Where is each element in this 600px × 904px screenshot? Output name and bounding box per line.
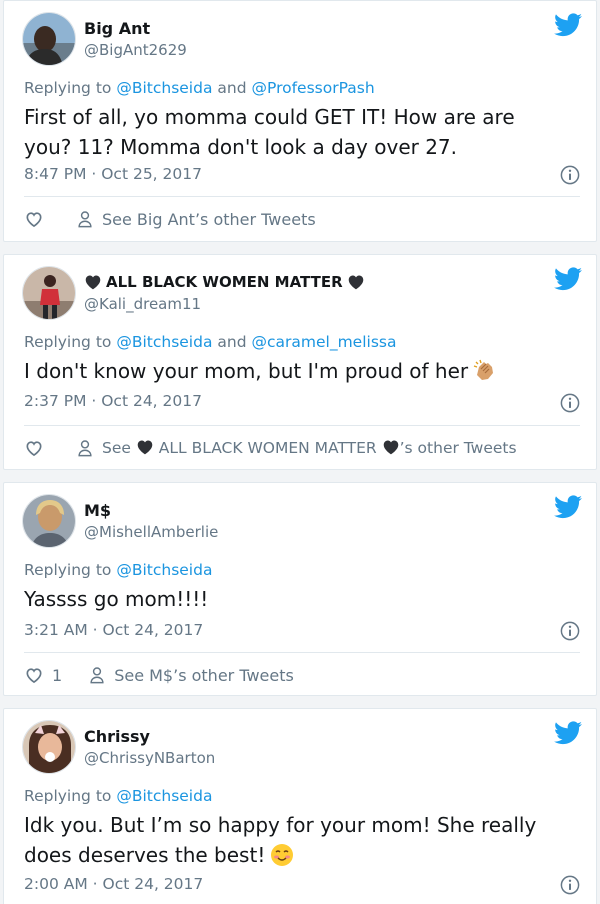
tweet-text: Yassss go mom!!!! — [24, 584, 576, 614]
black-heart-icon — [382, 439, 400, 455]
replying-prefix: Replying to — [24, 79, 112, 97]
mention-link[interactable]: @ProfessorPash — [252, 79, 375, 97]
display-name[interactable]: Chrissy — [84, 727, 150, 746]
display-name[interactable]: M$ — [84, 501, 111, 520]
avatar[interactable] — [22, 12, 76, 66]
avatar-image — [23, 495, 75, 547]
see-other-tweets-link[interactable]: See Big Ant’s other Tweets — [102, 210, 316, 229]
user-handle[interactable]: @BigAnt2629 — [84, 41, 187, 59]
user-handle[interactable]: @ChrissyNBarton — [84, 749, 215, 767]
smiling-face-emoji — [271, 844, 294, 866]
tweet-text-line: Yassss go mom!!!! — [24, 587, 209, 611]
replying-to: Replying to @Bitchseida — [24, 561, 212, 579]
tweet-text: I don't know your mom, but I'm proud of … — [24, 356, 576, 386]
tweet-card[interactable]: Big Ant @BigAnt2629 Replying to @Bitchse… — [3, 0, 597, 242]
twitter-bird-icon[interactable] — [554, 13, 582, 37]
heart-icon[interactable] — [24, 665, 44, 685]
timestamp[interactable]: 2:37 PM · Oct 24, 2017 — [24, 392, 202, 410]
like-count: 1 — [52, 665, 63, 685]
see-prefix: See — [102, 439, 131, 457]
twitter-bird-icon[interactable] — [554, 495, 582, 519]
divider — [24, 196, 580, 197]
info-icon[interactable] — [560, 393, 580, 413]
mention-link[interactable]: @Bitchseida — [116, 333, 212, 351]
info-icon[interactable] — [560, 165, 580, 185]
mention-link[interactable]: @Bitchseida — [116, 561, 212, 579]
replying-prefix: Replying to — [24, 787, 112, 805]
replying-prefix: Replying to — [24, 561, 112, 579]
tweet-text-line: you? 11? Momma don't look a day over 27. — [24, 135, 458, 159]
avatar-image — [23, 13, 75, 65]
tweet-actions: See Big Ant’s other Tweets — [24, 209, 316, 229]
see-other-tweets-link[interactable]: See ALL BLACK WOMEN MATTER ’s other Twee… — [102, 439, 517, 457]
replying-and: and — [217, 333, 247, 351]
divider — [24, 652, 580, 653]
timestamp[interactable]: 2:00 AM · Oct 24, 2017 — [24, 875, 203, 893]
tweet-text-line: I don't know your mom, but I'm proud of … — [24, 359, 469, 383]
tweet-text: First of all, yo momma could GET IT! How… — [24, 102, 576, 162]
black-heart-icon — [84, 274, 102, 290]
mention-link[interactable]: @caramel_melissa — [252, 333, 397, 351]
avatar-image — [23, 721, 75, 773]
mention-link[interactable]: @Bitchseida — [116, 787, 212, 805]
tweet-card[interactable]: Chrissy @ChrissyNBarton Replying to @Bit… — [3, 708, 597, 904]
tweet-text-line: does deserves the best! — [24, 840, 576, 870]
tweet-text: Idk you. But I’m so happy for your mom! … — [24, 810, 576, 870]
person-icon — [76, 439, 94, 457]
display-name[interactable]: ALL BLACK WOMEN MATTER — [84, 273, 365, 291]
divider — [24, 425, 580, 426]
avatar-image — [23, 267, 75, 319]
tweet-text-line-content: does deserves the best! — [24, 843, 266, 867]
person-icon — [88, 666, 106, 684]
avatar[interactable] — [22, 720, 76, 774]
info-icon[interactable] — [560, 875, 580, 895]
black-heart-icon — [347, 274, 365, 290]
person-icon — [76, 210, 94, 228]
timestamp[interactable]: 8:47 PM · Oct 25, 2017 — [24, 165, 202, 183]
avatar[interactable] — [22, 266, 76, 320]
heart-icon[interactable] — [24, 438, 44, 458]
see-name: ALL BLACK WOMEN MATTER — [158, 439, 377, 457]
display-name[interactable]: Big Ant — [84, 19, 150, 38]
see-other-tweets-link[interactable]: See M$’s other Tweets — [114, 666, 294, 685]
heart-icon[interactable] — [24, 209, 44, 229]
tweet-card[interactable]: M$ @MishellAmberlie Replying to @Bitchse… — [3, 482, 597, 696]
replying-and: and — [217, 79, 247, 97]
twitter-bird-icon[interactable] — [554, 267, 582, 291]
tweet-actions: See ALL BLACK WOMEN MATTER ’s other Twee… — [24, 438, 517, 458]
tweet-actions: 1 See M$’s other Tweets — [24, 665, 294, 685]
replying-to: Replying to @Bitchseida and @caramel_mel… — [24, 333, 396, 351]
twitter-bird-icon[interactable] — [554, 721, 582, 745]
clapping-hands-emoji — [473, 359, 494, 380]
timestamp[interactable]: 3:21 AM · Oct 24, 2017 — [24, 621, 203, 639]
replying-prefix: Replying to — [24, 333, 112, 351]
avatar[interactable] — [22, 494, 76, 548]
user-handle[interactable]: @Kali_dream11 — [84, 295, 201, 313]
see-suffix: ’s other Tweets — [399, 439, 517, 457]
info-icon[interactable] — [560, 621, 580, 641]
mention-link[interactable]: @Bitchseida — [116, 79, 212, 97]
black-heart-icon — [136, 439, 154, 455]
tweet-card[interactable]: ALL BLACK WOMEN MATTER @Kali_dream11 Rep… — [3, 254, 597, 470]
replying-to: Replying to @Bitchseida and @ProfessorPa… — [24, 79, 375, 97]
replying-to: Replying to @Bitchseida — [24, 787, 212, 805]
tweet-text-line: Idk you. But I’m so happy for your mom! … — [24, 813, 537, 837]
user-handle[interactable]: @MishellAmberlie — [84, 523, 218, 541]
tweet-text-line: First of all, yo momma could GET IT! How… — [24, 105, 515, 129]
